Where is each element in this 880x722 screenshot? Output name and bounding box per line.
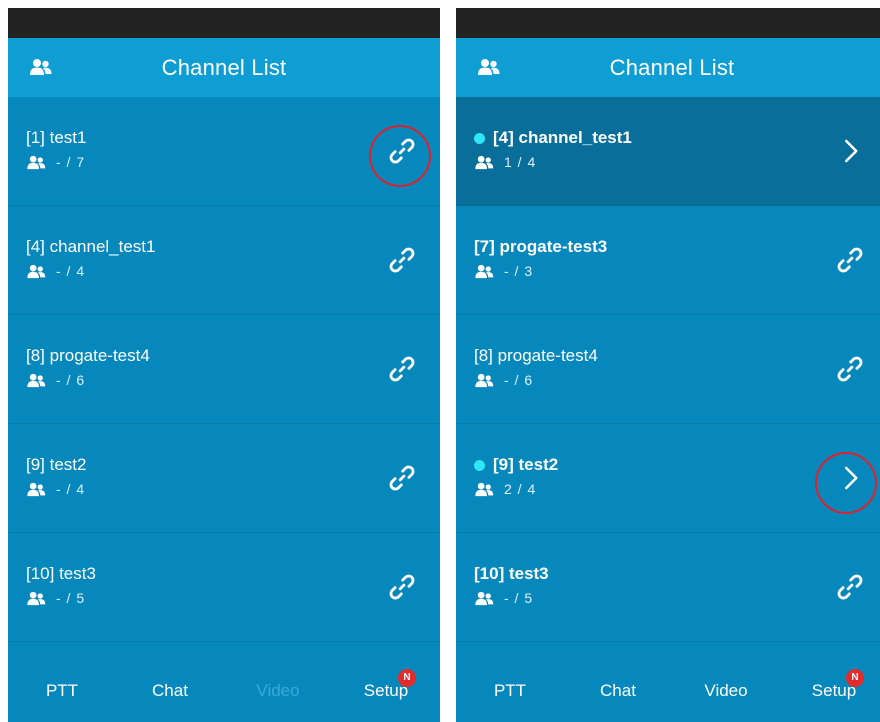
- channel-name: [9] test2: [26, 455, 87, 474]
- users-icon: [475, 155, 494, 169]
- tab-ptt[interactable]: PTT: [8, 681, 116, 701]
- active-dot: [474, 459, 485, 471]
- users-icon: [27, 373, 46, 387]
- users-icon: [475, 373, 494, 387]
- link-icon: [837, 356, 863, 382]
- phone-screen-left: Channel List [1] test1 - / 7 [4] channel…: [8, 8, 440, 722]
- channel-item[interactable]: [1] test1 - / 7: [8, 97, 440, 206]
- page-title: Channel List: [609, 54, 735, 80]
- status-bar: [8, 8, 440, 38]
- chevron-right-icon: [845, 466, 858, 490]
- users-icon: [27, 155, 46, 169]
- users-icon: [27, 591, 46, 605]
- link-icon: [389, 247, 415, 273]
- channel-item[interactable]: [4] channel_test1 1 / 4: [456, 97, 880, 206]
- notification-badge: N: [846, 669, 864, 687]
- tab-setup[interactable]: Setup N: [780, 669, 880, 701]
- users-icon: [475, 591, 494, 605]
- channel-item[interactable]: [8] progate-test4 - / 6: [8, 315, 440, 424]
- member-count: - / 6: [56, 372, 86, 388]
- group-icon[interactable]: [30, 58, 52, 76]
- member-count: - / 4: [56, 481, 86, 497]
- open-channel-button[interactable]: [832, 460, 868, 496]
- join-link-button[interactable]: [832, 351, 868, 387]
- tab-chat[interactable]: Chat: [564, 681, 672, 701]
- users-icon: [475, 482, 494, 496]
- link-icon: [837, 574, 863, 600]
- channel-item[interactable]: [7] progate-test3 - / 3: [456, 206, 880, 315]
- link-icon: [389, 465, 415, 491]
- member-count: - / 5: [56, 590, 86, 606]
- channel-item[interactable]: [9] test2 2 / 4: [456, 424, 880, 533]
- member-count: 1 / 4: [504, 154, 537, 170]
- channel-name: [4] channel_test1: [493, 128, 632, 147]
- header: Channel List: [456, 38, 880, 97]
- users-icon: [475, 264, 494, 278]
- join-link-button[interactable]: [384, 460, 420, 496]
- join-link-button[interactable]: [384, 351, 420, 387]
- page-title: Channel List: [161, 54, 287, 80]
- member-count: - / 3: [504, 263, 534, 279]
- join-link-button[interactable]: [384, 569, 420, 605]
- link-icon: [837, 247, 863, 273]
- notification-badge: N: [398, 669, 416, 687]
- join-link-button[interactable]: [384, 242, 420, 278]
- tab-ptt[interactable]: PTT: [456, 681, 564, 701]
- channel-list: [4] channel_test1 1 / 4 [7] progate-test…: [456, 97, 880, 642]
- link-icon: [389, 356, 415, 382]
- channel-item[interactable]: [9] test2 - / 4: [8, 424, 440, 533]
- channel-name: [10] test3: [26, 564, 96, 583]
- status-bar: [456, 8, 880, 38]
- join-link-button[interactable]: [832, 242, 868, 278]
- join-link-button[interactable]: [384, 133, 420, 169]
- bottom-tab-bar: PTT Chat Video Setup N: [456, 660, 880, 722]
- tab-chat[interactable]: Chat: [116, 681, 224, 701]
- tab-video: Video: [256, 681, 300, 700]
- member-count: - / 7: [56, 154, 86, 170]
- channel-name: [9] test2: [493, 455, 559, 474]
- users-icon: [27, 482, 46, 496]
- channel-item[interactable]: [4] channel_test1 - / 4: [8, 206, 440, 315]
- open-channel-button[interactable]: [832, 133, 868, 169]
- chevron-right-icon: [845, 139, 858, 163]
- channel-name: [1] test1: [26, 128, 87, 147]
- channel-name: [10] test3: [474, 564, 549, 583]
- active-dot: [474, 132, 485, 144]
- channel-list: [1] test1 - / 7 [4] channel_test1 - / 4: [8, 97, 440, 642]
- users-icon: [27, 264, 46, 278]
- tab-setup[interactable]: Setup N: [332, 669, 440, 701]
- bottom-tab-bar: PTT Chat Video Setup N: [8, 660, 440, 722]
- link-icon: [389, 574, 415, 600]
- phone-screen-right: Channel List [4] channel_test1 1 / 4 [7]…: [456, 8, 880, 722]
- channel-name: [8] progate-test4: [26, 346, 150, 365]
- group-icon[interactable]: [478, 58, 500, 76]
- tab-video[interactable]: Video: [672, 681, 780, 701]
- channel-name: [4] channel_test1: [26, 237, 156, 256]
- join-link-button[interactable]: [832, 569, 868, 605]
- member-count: - / 4: [56, 263, 86, 279]
- channel-name: [8] progate-test4: [474, 346, 598, 365]
- channel-item[interactable]: [10] test3 - / 5: [456, 533, 880, 642]
- header: Channel List: [8, 38, 440, 97]
- channel-name: [7] progate-test3: [474, 237, 608, 256]
- member-count: - / 6: [504, 372, 534, 388]
- channel-item[interactable]: [10] test3 - / 5: [8, 533, 440, 642]
- member-count: 2 / 4: [504, 481, 537, 497]
- member-count: - / 5: [504, 590, 534, 606]
- channel-item[interactable]: [8] progate-test4 - / 6: [456, 315, 880, 424]
- link-icon: [389, 138, 415, 164]
